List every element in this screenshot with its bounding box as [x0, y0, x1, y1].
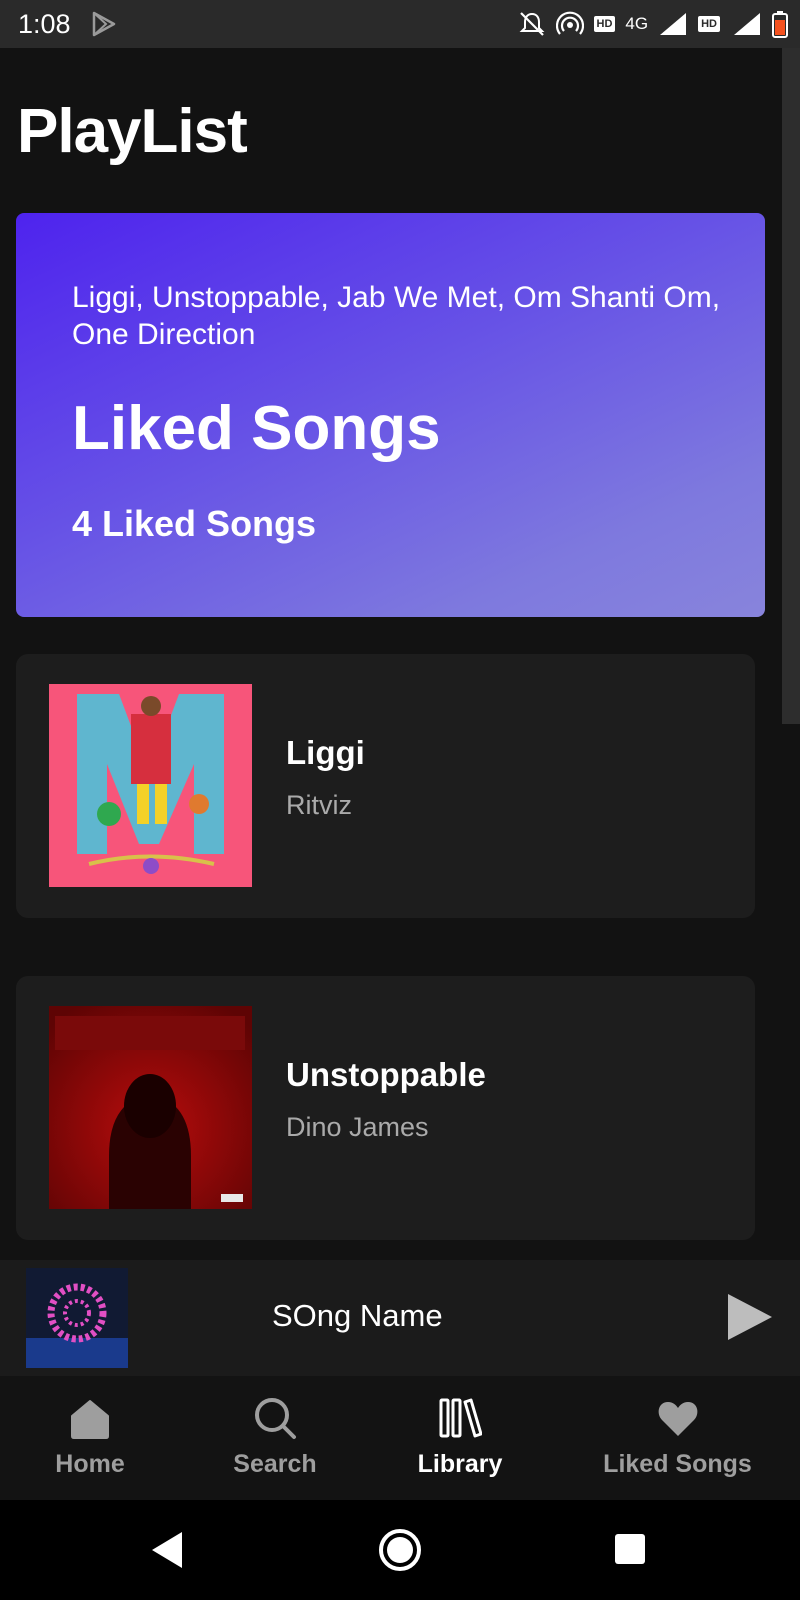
- nav-item-home[interactable]: Home: [30, 1376, 150, 1500]
- mini-player-song-name: SOng Name: [272, 1298, 443, 1333]
- network-type: 4G: [625, 14, 649, 33]
- song-card-liggi[interactable]: Liggi Ritviz: [16, 654, 755, 918]
- liked-count: 4 Liked Songs: [72, 503, 317, 544]
- scrollbar[interactable]: [782, 48, 800, 724]
- song-card-unstoppable[interactable]: Unstoppable Dino James: [16, 976, 755, 1240]
- library-icon: [439, 1398, 482, 1438]
- play-store-icon: [92, 11, 115, 37]
- nav-label-home: Home: [55, 1450, 125, 1478]
- nav-item-library[interactable]: Library: [400, 1376, 520, 1500]
- liked-title: Liked Songs: [72, 394, 441, 463]
- page-title: PlayList: [17, 97, 248, 166]
- status-bar: 1:08 HD 4G HD: [0, 0, 800, 48]
- liked-songs-card[interactable]: Liggi, Unstoppable, Jab We Met, Om Shant…: [16, 213, 765, 617]
- home-button-icon[interactable]: [378, 1528, 422, 1572]
- nav-item-liked-songs[interactable]: Liked Songs: [590, 1376, 765, 1500]
- nav-label-search: Search: [233, 1450, 317, 1478]
- hd-badge-2: HD: [698, 16, 720, 32]
- back-icon[interactable]: [150, 1530, 184, 1570]
- nav-label-library: Library: [417, 1450, 503, 1478]
- song-artist: Ritviz: [286, 790, 352, 820]
- album-art-liggi: [49, 684, 252, 887]
- song-title: Liggi: [286, 734, 365, 771]
- song-title: Unstoppable: [286, 1056, 486, 1093]
- signal-icon-2: [734, 13, 760, 35]
- home-icon: [71, 1400, 109, 1439]
- hd-badge-1: HD: [593, 16, 616, 32]
- mini-player-art: [26, 1268, 128, 1368]
- battery-icon: [772, 11, 788, 38]
- heart-icon: [658, 1402, 697, 1436]
- nav-label-liked-songs: Liked Songs: [603, 1450, 752, 1478]
- playlist-content[interactable]: PlayList Liggi, Unstoppable, Jab We Met,…: [0, 48, 800, 1260]
- recents-icon[interactable]: [614, 1533, 646, 1565]
- bottom-nav: Home Search Library Liked Songs: [0, 1376, 800, 1500]
- search-icon: [255, 1398, 296, 1439]
- system-nav-bar: [0, 1500, 800, 1600]
- song-artist: Dino James: [286, 1112, 429, 1142]
- mini-player[interactable]: SOng Name: [0, 1260, 800, 1376]
- status-time: 1:08: [18, 8, 71, 39]
- play-icon[interactable]: [726, 1292, 774, 1342]
- muted-bell-icon: [519, 12, 544, 36]
- status-icons: HD 4G HD: [518, 10, 788, 38]
- nav-item-search[interactable]: Search: [215, 1376, 335, 1500]
- liked-artists: Liggi, Unstoppable, Jab We Met, Om Shant…: [72, 281, 721, 351]
- signal-icon-1: [660, 13, 687, 35]
- hotspot-icon: [555, 11, 584, 35]
- album-art-unstoppable: [49, 1006, 252, 1209]
